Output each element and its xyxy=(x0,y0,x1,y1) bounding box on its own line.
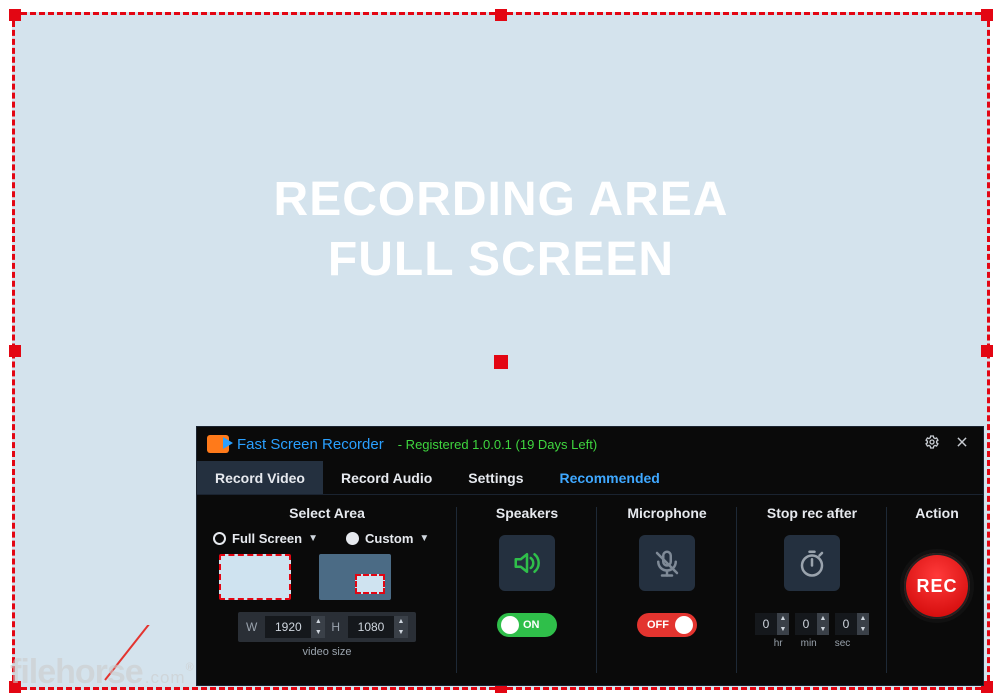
min-input[interactable] xyxy=(795,613,817,635)
sec-stepper[interactable]: ▲▼ xyxy=(835,613,869,635)
app-icon xyxy=(207,435,229,453)
resize-handle-top-center[interactable] xyxy=(495,9,507,21)
microphone-title: Microphone xyxy=(627,505,706,521)
radio-custom-label: Custom xyxy=(365,531,413,546)
hr-up[interactable]: ▲ xyxy=(777,613,789,624)
select-area-title: Select Area xyxy=(289,505,365,521)
height-input[interactable] xyxy=(348,616,394,638)
min-stepper[interactable]: ▲▼ xyxy=(795,613,829,635)
hr-stepper[interactable]: ▲▼ xyxy=(755,613,789,635)
tab-record-audio[interactable]: Record Audio xyxy=(323,461,450,494)
area-thumbs xyxy=(209,554,445,600)
radio-custom[interactable]: Custom ▼ xyxy=(346,531,429,546)
panel-body: Select Area Full Screen ▼ Custom ▼ W xyxy=(197,495,983,685)
close-icon[interactable] xyxy=(951,435,973,454)
recording-area-label-1: RECORDING AREA xyxy=(15,170,987,230)
record-button[interactable]: REC xyxy=(900,549,974,623)
sec-input[interactable] xyxy=(835,613,857,635)
tab-recommended[interactable]: Recommended xyxy=(542,461,678,494)
tab-settings[interactable]: Settings xyxy=(450,461,541,494)
min-down[interactable]: ▼ xyxy=(817,624,829,635)
width-down[interactable]: ▼ xyxy=(311,627,325,638)
chevron-down-icon[interactable]: ▼ xyxy=(419,533,429,544)
watermark: filehorse.com® xyxy=(10,653,193,692)
min-label: min xyxy=(801,638,817,649)
gear-icon[interactable] xyxy=(921,434,943,455)
stop-after-tile[interactable] xyxy=(784,535,840,591)
titlebar: Fast Screen Recorder - Registered 1.0.0.… xyxy=(197,427,983,461)
speaker-icon xyxy=(512,548,542,578)
resize-handle-center[interactable] xyxy=(494,355,508,369)
stop-after-title: Stop rec after xyxy=(767,505,857,521)
thumb-custom-area[interactable] xyxy=(319,554,391,600)
hr-input[interactable] xyxy=(755,613,777,635)
height-down[interactable]: ▼ xyxy=(394,627,408,638)
height-label: H xyxy=(331,620,340,634)
column-action: Action REC xyxy=(887,495,987,685)
hr-label: hr xyxy=(774,638,783,649)
radio-full-screen[interactable]: Full Screen ▼ xyxy=(213,531,318,546)
radio-custom-dot xyxy=(346,532,359,545)
width-stepper[interactable]: ▲▼ xyxy=(265,616,325,638)
license-status: - Registered 1.0.0.1 (19 Days Left) xyxy=(398,437,597,452)
column-speakers: Speakers ON xyxy=(457,495,597,685)
sec-down[interactable]: ▼ xyxy=(857,624,869,635)
video-size-row: W ▲▼ H ▲▼ xyxy=(238,612,416,642)
speakers-toggle-label: ON xyxy=(523,619,540,631)
resize-handle-top-left[interactable] xyxy=(9,9,21,21)
microphone-muted-icon xyxy=(652,548,682,578)
recorder-panel: Fast Screen Recorder - Registered 1.0.0.… xyxy=(196,426,984,686)
resize-handle-middle-left[interactable] xyxy=(9,345,21,357)
recording-area-label-2: FULL SCREEN xyxy=(15,230,987,290)
width-up[interactable]: ▲ xyxy=(311,616,325,627)
speakers-title: Speakers xyxy=(496,505,558,521)
recording-area-label: RECORDING AREA FULL SCREEN xyxy=(15,170,987,290)
stopwatch-icon xyxy=(797,548,827,578)
speakers-toggle[interactable]: ON xyxy=(497,613,557,637)
sec-up[interactable]: ▲ xyxy=(857,613,869,624)
speakers-tile[interactable] xyxy=(499,535,555,591)
min-up[interactable]: ▲ xyxy=(817,613,829,624)
column-select-area: Select Area Full Screen ▼ Custom ▼ W xyxy=(197,495,457,685)
microphone-toggle-label: OFF xyxy=(647,619,669,631)
height-up[interactable]: ▲ xyxy=(394,616,408,627)
column-stop-after: Stop rec after ▲▼ ▲▼ ▲▼ hr min sec xyxy=(737,495,887,685)
tab-record-video[interactable]: Record Video xyxy=(197,461,323,494)
radio-full-screen-label: Full Screen xyxy=(232,531,302,546)
chevron-down-icon[interactable]: ▼ xyxy=(308,533,318,544)
hr-down[interactable]: ▼ xyxy=(777,624,789,635)
thumb-full-screen[interactable] xyxy=(219,554,291,600)
watermark-tld: .com xyxy=(145,668,186,687)
resize-handle-middle-right[interactable] xyxy=(981,345,993,357)
tabs: Record Video Record Audio Settings Recom… xyxy=(197,461,983,495)
column-microphone: Microphone OFF xyxy=(597,495,737,685)
area-radio-row: Full Screen ▼ Custom ▼ xyxy=(209,531,445,546)
radio-full-screen-dot xyxy=(213,532,226,545)
video-size-note: video size xyxy=(303,646,352,658)
timer-row: ▲▼ ▲▼ ▲▼ xyxy=(755,613,869,635)
sec-label: sec xyxy=(835,638,851,649)
microphone-toggle[interactable]: OFF xyxy=(637,613,697,637)
height-stepper[interactable]: ▲▼ xyxy=(348,616,408,638)
watermark-name: filehorse xyxy=(10,653,143,691)
width-label: W xyxy=(246,620,257,634)
timer-labels: hr min sec xyxy=(774,638,851,649)
width-input[interactable] xyxy=(265,616,311,638)
app-title: Fast Screen Recorder xyxy=(237,436,384,453)
microphone-tile[interactable] xyxy=(639,535,695,591)
watermark-reg: ® xyxy=(186,662,193,674)
record-button-label: REC xyxy=(916,576,957,597)
resize-handle-top-right[interactable] xyxy=(981,9,993,21)
action-title: Action xyxy=(915,505,959,521)
